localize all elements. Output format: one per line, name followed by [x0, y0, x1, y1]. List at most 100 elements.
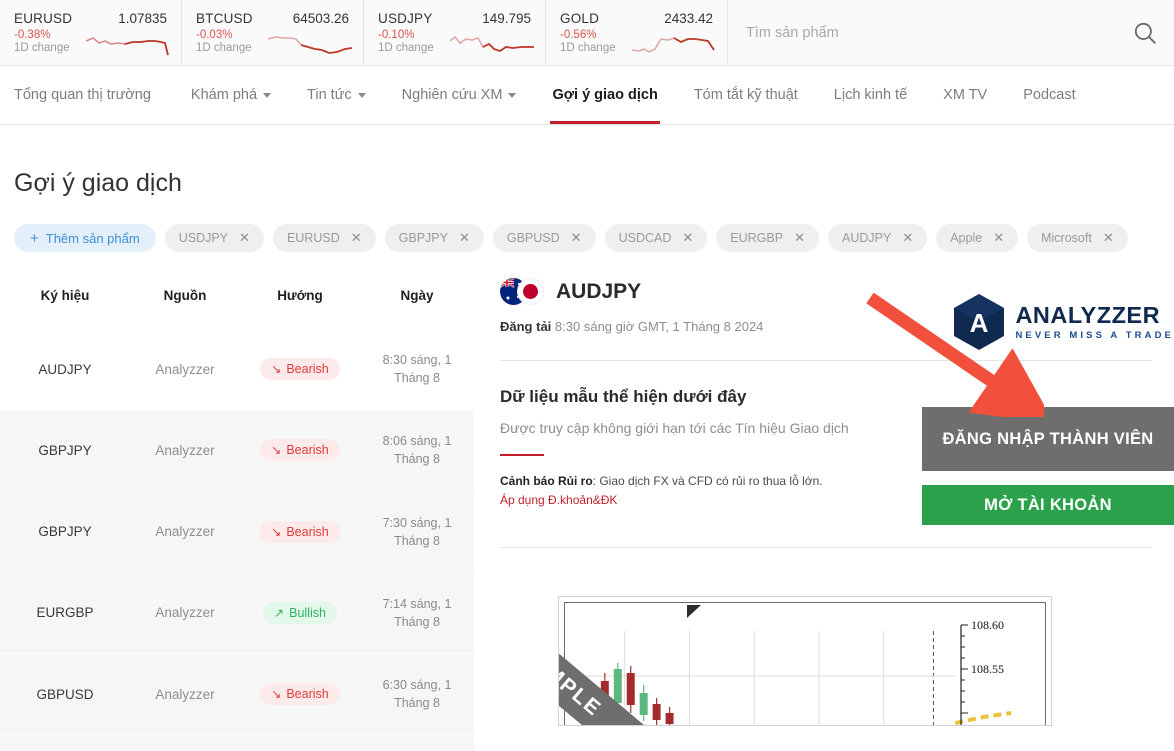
signals-table: Ký hiệu Nguồn Hướng Ngày AUDJPY Analyzze… [0, 278, 474, 751]
close-icon[interactable]: ✕ [794, 230, 805, 246]
analyzzer-hex-icon: A [954, 294, 1005, 350]
table-row[interactable]: AUDJPY Analyzzer ↗ Bullish 5:13 sáng, 1 … [0, 734, 474, 751]
search-icon[interactable] [1132, 20, 1158, 46]
table-row[interactable]: EURGBP Analyzzer ↗ Bullish 7:14 sáng, 1 … [0, 572, 474, 654]
japan-flag-icon [517, 278, 544, 305]
cell-direction: ↘ Bearish [240, 329, 360, 410]
close-icon[interactable]: ✕ [571, 230, 582, 246]
cell-direction: ↗ Bullish [240, 572, 360, 653]
cell-direction: ↘ Bearish [240, 491, 360, 572]
filter-tag-label: Apple [950, 231, 983, 245]
trend-down-icon: ↘ [271, 362, 282, 377]
cell-date: 8:06 sáng, 1 Tháng 8 [382, 434, 452, 467]
accent-underline [500, 454, 544, 456]
ticker-price: 1.07835 [118, 11, 167, 26]
ticker-symbol: BTCUSD [196, 11, 253, 26]
member-login-button[interactable]: ĐĂNG NHẬP THÀNH VIÊN [922, 407, 1174, 471]
close-icon[interactable]: ✕ [239, 230, 250, 246]
filter-tag-audjpy[interactable]: AUDJPY ✕ [827, 224, 928, 252]
search-input[interactable]: Tìm sản phẩm [746, 25, 1132, 41]
price-chart[interactable]: 108.60 108.55 SAMPLE [558, 596, 1052, 726]
filter-tag-usdjpy[interactable]: USDJPY ✕ [164, 224, 264, 252]
ticker-item-gold[interactable]: GOLD 2433.42 -0.56% 1D change [546, 0, 728, 65]
filter-tag-label: GBPJPY [398, 231, 448, 245]
cell-symbol: GBPUSD [36, 686, 94, 702]
cell-source: Analyzzer [155, 361, 215, 377]
status-badge: ↘ Bearish [260, 358, 340, 381]
column-header-symbol[interactable]: Ký hiệu [0, 278, 130, 329]
close-icon[interactable]: ✕ [993, 230, 1004, 246]
close-icon[interactable]: ✕ [351, 230, 362, 246]
cell-source: Analyzzer [155, 686, 215, 702]
cell-symbol: GBPJPY [38, 524, 92, 540]
ticker-sparkline-icon [85, 37, 169, 56]
nav-label: Podcast [1023, 87, 1076, 103]
cell-direction: ↗ Bullish [240, 735, 360, 751]
detail-symbol-title: AUDJPY [556, 279, 642, 303]
badge-label: Bearish [286, 687, 329, 702]
ticker-sparkline-icon [449, 35, 534, 52]
filter-tag-eurgbp[interactable]: EURGBP ✕ [716, 224, 819, 252]
close-icon[interactable]: ✕ [902, 230, 913, 246]
table-row[interactable]: GBPJPY Analyzzer ↘ Bearish 7:30 sáng, 1 … [0, 491, 474, 573]
column-header-date[interactable]: Ngày [360, 278, 474, 329]
close-icon[interactable]: ✕ [459, 230, 470, 246]
filter-tag-eurusd[interactable]: EURUSD ✕ [272, 224, 376, 252]
close-icon[interactable]: ✕ [682, 230, 693, 246]
nav-item-news[interactable]: Tin tức [289, 66, 384, 124]
ticker-bar: EURUSD 1.07835 -0.38% 1D change BTCUSD 6… [0, 0, 1174, 66]
risk-label: Cảnh báo Rủi ro [500, 474, 593, 488]
filter-tag-apple[interactable]: Apple ✕ [936, 224, 1019, 252]
posted-label: Đăng tải [500, 319, 552, 334]
badge-label: Bearish [286, 443, 329, 458]
nav-item-market-overview[interactable]: Tổng quan thị trường [14, 66, 173, 124]
nav-item-trading-signals[interactable]: Gợi ý giao dịch [534, 66, 675, 124]
nav-item-xm-research[interactable]: Nghiên cứu XM [384, 66, 535, 124]
search-box[interactable]: Tìm sản phẩm [728, 0, 1174, 65]
badge-label: Bearish [286, 524, 329, 539]
table-header-row: Ký hiệu Nguồn Hướng Ngày [0, 278, 474, 329]
filter-tag-label: EURUSD [286, 231, 340, 245]
add-product-button[interactable]: + Thêm sản phẩm [14, 224, 156, 252]
cell-source: Analyzzer [130, 735, 240, 751]
nav-item-technical-summary[interactable]: Tóm tắt kỹ thuật [676, 66, 816, 124]
column-header-source[interactable]: Nguồn [130, 278, 240, 329]
nav-label: XM TV [943, 87, 988, 103]
logo-wordmark: ANALYZZER [1015, 301, 1161, 328]
signal-detail-panel: AUDJPY Đăng tải 8:30 sáng giờ GMT, 1 Thá… [474, 278, 1174, 751]
filter-tag-label: USDCAD [618, 231, 672, 245]
nav-label: Khám phá [190, 87, 258, 103]
column-header-direction[interactable]: Hướng [240, 278, 360, 329]
ticker-item-eurusd[interactable]: EURUSD 1.07835 -0.38% 1D change [0, 0, 182, 65]
nav-label: Lịch kinh tế [833, 87, 908, 103]
status-badge: ↘ Bearish [260, 439, 340, 462]
filter-tag-gbpjpy[interactable]: GBPJPY ✕ [384, 224, 484, 252]
filter-tag-microsoft[interactable]: Microsoft ✕ [1027, 224, 1128, 252]
nav-item-explore[interactable]: Khám phá [173, 66, 289, 124]
ticker-symbol: GOLD [560, 11, 600, 26]
table-row[interactable]: GBPJPY Analyzzer ↘ Bearish 8:06 sáng, 1 … [0, 409, 474, 491]
ticker-item-usdjpy[interactable]: USDJPY 149.795 -0.10% 1D change [364, 0, 546, 65]
table-row[interactable]: GBPUSD Analyzzer ↘ Bearish 6:30 sáng, 1 … [0, 653, 474, 735]
nav-item-economic-calendar[interactable]: Lịch kinh tế [816, 66, 925, 124]
ribbon-fold-decoration [687, 605, 701, 618]
ticker-sparkline-icon [631, 37, 715, 53]
cell-source: Analyzzer [155, 442, 215, 458]
risk-text: : Giao dịch FX và CFD có rủi ro thua lỗ … [592, 474, 823, 488]
ticker-item-btcusd[interactable]: BTCUSD 64503.26 -0.03% 1D change [182, 0, 364, 65]
nav-label: Tin tức [307, 87, 352, 103]
table-row[interactable]: AUDJPY Analyzzer ↘ Bearish 8:30 sáng, 1 … [0, 329, 474, 410]
nav-item-podcast[interactable]: Podcast [1005, 66, 1093, 124]
chart-y-axis: 108.60 108.55 [960, 618, 1004, 725]
status-badge: ↗ Bullish [263, 601, 337, 624]
ticker-sparkline-icon [267, 36, 353, 54]
filter-tag-gbpusd[interactable]: GBPUSD ✕ [492, 224, 596, 252]
filter-tag-usdcad[interactable]: USDCAD ✕ [604, 224, 708, 252]
nav-item-xm-tv[interactable]: XM TV [925, 66, 1005, 124]
badge-label: Bullish [289, 605, 326, 620]
ticker-price: 149.795 [482, 11, 531, 26]
close-icon[interactable]: ✕ [1103, 230, 1114, 246]
open-account-button[interactable]: MỞ TÀI KHOẢN [922, 485, 1174, 525]
main-navigation: Tổng quan thị trường Khám phá Tin tức Ng… [0, 66, 1174, 125]
divider [500, 547, 1152, 549]
